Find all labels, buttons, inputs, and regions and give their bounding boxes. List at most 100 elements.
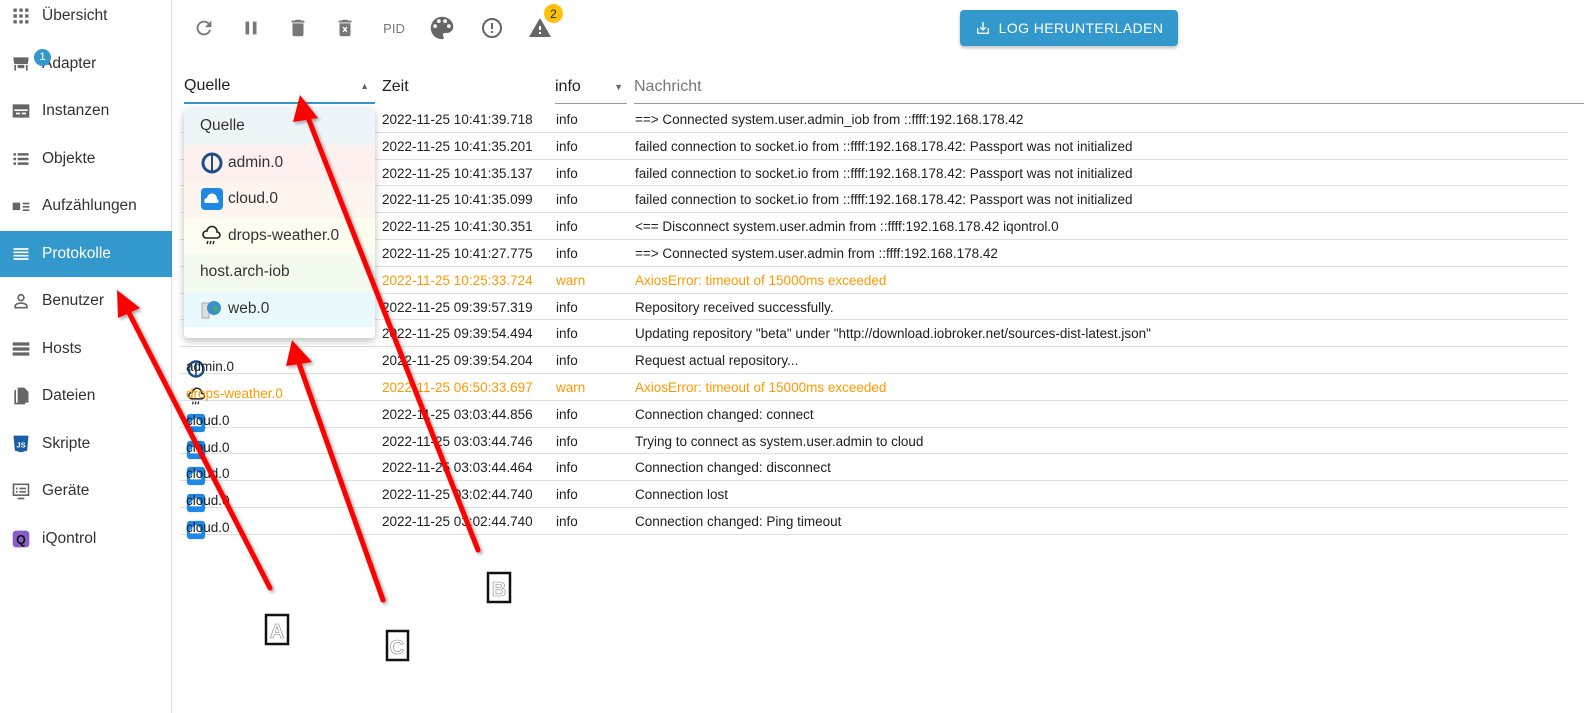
refresh-button[interactable]: [188, 14, 220, 42]
sidebar-item-label: Protokolle: [42, 244, 111, 262]
sidebar-item-instanzen[interactable]: Instanzen: [0, 88, 172, 134]
source-option-drops-weather-0[interactable]: drops-weather.0: [184, 217, 375, 254]
log-message: Connection changed: Ping timeout: [635, 513, 842, 529]
sidebar-item-label: Instanzen: [42, 102, 110, 119]
log-level: info: [556, 353, 578, 369]
log-time: 2022-11-25 10:41:35.201: [382, 138, 533, 154]
sidebar-item-hosts[interactable]: Hosts: [0, 326, 172, 372]
log-level: info: [556, 192, 578, 208]
log-time: 2022-11-25 03:03:44.856: [382, 406, 533, 422]
trash-icon: [291, 19, 305, 37]
sidebar-item-label: Geräte: [42, 482, 90, 499]
sidebar-item-label: Aufzählungen: [42, 197, 137, 214]
log-row: cloud.0 2022-11-25 03:03:44.464 info Connec…: [180, 454, 1568, 486]
log-time: 2022-11-25 10:41:35.137: [382, 165, 533, 181]
pid-toggle[interactable]: PID: [378, 14, 410, 42]
source-option-label: cloud.0: [228, 190, 278, 208]
log-time: 2022-11-25 09:39:54.204: [382, 353, 533, 369]
log-row: cloud.0 2022-11-25 03:03:44.856 info Connec…: [180, 401, 1568, 432]
pause-button[interactable]: [235, 14, 267, 42]
sidebar-item-ger-te[interactable]: Geräte: [0, 468, 172, 514]
sidebar-item-skripte[interactable]: JS Skripte: [0, 421, 172, 467]
sidebar-item-aufz-hlungen[interactable]: Aufzählungen: [0, 183, 172, 229]
sidebar-item-benutzer[interactable]: Benutzer: [0, 278, 172, 324]
log-source-label: cloud.0: [186, 519, 230, 535]
log-level: info: [556, 326, 578, 342]
list-icon: [10, 148, 32, 170]
warning-count-badge: 2: [544, 4, 563, 23]
log-message: Request actual repository...: [635, 353, 799, 369]
admin-adapter-icon: [200, 151, 228, 175]
log-time: 2022-11-25 06:50:33.697: [382, 379, 533, 395]
source-filter-select[interactable]: Quelle ▲: [184, 70, 375, 104]
log-level: info: [556, 513, 578, 529]
log-row: 2022-11-25 10:25:33.724 warn AxiosError: t…: [180, 267, 1568, 294]
devices-icon: [10, 480, 32, 502]
log-message: Trying to connect as system.user.admin t…: [635, 433, 924, 449]
source-option-host-arch-iob[interactable]: host.arch-iob: [184, 254, 375, 291]
level-filter-select[interactable]: info ▼: [555, 70, 627, 104]
sidebar-item-adapter[interactable]: 1 Adapter: [0, 41, 172, 87]
delete-button[interactable]: [282, 14, 314, 42]
source-option-label: web.0: [228, 299, 270, 317]
source-option-cloud-0[interactable]: cloud.0: [184, 181, 375, 218]
color-toggle[interactable]: [426, 14, 458, 42]
source-option-label: admin.0: [228, 153, 284, 171]
sidebar-item-iqontrol[interactable]: QiQontrol: [0, 516, 172, 562]
sidebar-item-label: Übersicht: [42, 7, 108, 24]
sidebar-item-protokolle[interactable]: Protokolle: [0, 230, 172, 277]
source-option-web-0[interactable]: web.0: [184, 290, 375, 327]
log-time: 2022-11-25 03:02:44.740: [382, 487, 533, 503]
sidebar-item-objekte[interactable]: Objekte: [0, 136, 172, 182]
log-level: info: [556, 112, 578, 127]
sidebar-item-label: Skripte: [42, 434, 91, 452]
message-header-label: Nachricht: [634, 77, 702, 95]
message-filter-input[interactable]: Nachricht: [634, 70, 1584, 104]
user-icon: [10, 290, 32, 312]
hosts-icon: [10, 338, 32, 360]
log-row: cloud.0 2022-11-25 03:03:44.746 info Trying…: [180, 428, 1568, 459]
log-time: 2022-11-25 10:41:35.099: [382, 192, 533, 208]
download-log-button[interactable]: LOG HERUNTERLADEN: [960, 10, 1178, 46]
sidebar-item--bersicht[interactable]: Übersicht: [0, 0, 172, 39]
svg-text:Q: Q: [16, 533, 26, 547]
source-header: Quelle: [184, 77, 231, 94]
log-time: 2022-11-25 10:41:39.718: [382, 112, 533, 127]
log-row: 2022-11-25 10:41:39.718 info ==> Connected…: [180, 106, 1568, 133]
weather-adapter-icon: [200, 224, 228, 248]
sidebar-item-label: Objekte: [42, 149, 96, 167]
log-row: 2022-11-25 10:41:35.137 info failed connec…: [180, 160, 1568, 187]
log-message: ==> Connected system.user.admin from ::f…: [635, 245, 998, 261]
error-filter-button[interactable]: [476, 14, 508, 42]
sidebar-item-dateien[interactable]: Dateien: [0, 373, 172, 419]
log-time: 2022-11-25 10:25:33.724: [382, 272, 533, 288]
log-message: Connection changed: connect: [635, 406, 814, 422]
log-message: Connection lost: [635, 487, 729, 503]
log-message: AxiosError: timeout of 15000ms exceeded: [635, 272, 887, 288]
log-level: info: [556, 406, 578, 422]
source-option-admin-0[interactable]: admin.0: [184, 144, 375, 181]
log-message: Repository received successfully.: [635, 299, 834, 315]
refresh-icon: [196, 20, 212, 36]
source-option-quelle[interactable]: Quelle: [184, 108, 375, 145]
time-header: Zeit: [382, 70, 550, 104]
log-time: 2022-11-25 03:02:44.740: [382, 513, 533, 529]
log-row: drops-weather.0 2022-11-25 06:50:33.697 wa…: [180, 374, 1568, 405]
log-time: 2022-11-25 03:03:44.746: [382, 433, 533, 449]
adapter-update-badge: 1: [34, 48, 51, 66]
log-source-label: cloud.0: [186, 493, 230, 509]
grid-icon: [10, 5, 32, 27]
log-level: info: [556, 299, 578, 315]
log-icon: [10, 243, 32, 265]
log-row: 2022-11-25 09:39:54.494 info Updating repo…: [180, 320, 1568, 348]
instances-icon: [10, 100, 32, 122]
web-adapter-icon: [200, 297, 228, 321]
log-message: Connection changed: disconnect: [635, 460, 831, 476]
javascript-icon: JS: [10, 433, 32, 455]
log-table: 2022-11-25 10:41:39.718 info ==> Connected…: [180, 106, 1568, 540]
log-message: failed connection to socket.io from ::ff…: [635, 165, 1133, 181]
caret-up-icon: ▲: [360, 81, 369, 91]
delete-log-file-button[interactable]: [329, 14, 361, 42]
time-header-label: Zeit: [382, 78, 409, 95]
log-message: Updating repository "beta" under "http:/…: [635, 326, 1151, 342]
